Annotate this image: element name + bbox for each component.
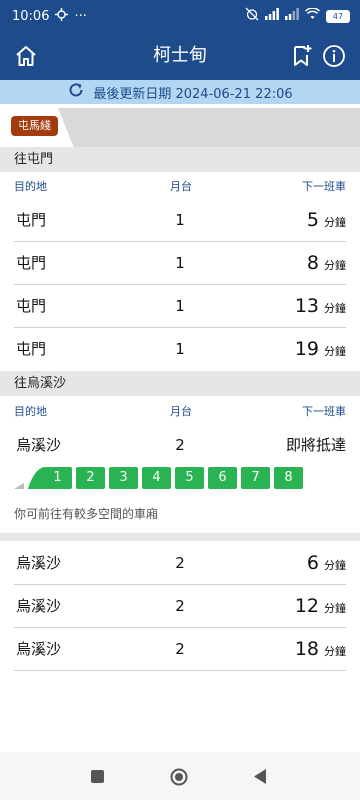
car-5: 5 (175, 467, 204, 489)
column-destination: 目的地 (14, 405, 47, 418)
train-destination: 烏溪沙 (16, 597, 62, 615)
train-destination: 屯門 (16, 297, 47, 315)
section-divider (0, 533, 360, 541)
eta-minutes: 13 (294, 295, 319, 317)
train-platform: 1 (175, 340, 185, 358)
home-nav-icon[interactable] (170, 768, 188, 786)
system-nav-bar (0, 752, 360, 800)
train-row: 屯門 1 19 分鐘 (14, 327, 346, 371)
eta-unit: 分鐘 (324, 645, 346, 658)
signal-icon (265, 8, 279, 24)
train-destination: 烏溪沙 (16, 436, 62, 454)
train-eta: 18 分鐘 (295, 627, 346, 674)
car-2: 2 (76, 467, 105, 489)
column-platform: 月台 (170, 405, 192, 418)
refresh-icon[interactable] (67, 81, 85, 103)
train-nose-icon (28, 467, 44, 489)
eta-minutes: 12 (294, 595, 319, 617)
train-destination: 烏溪沙 (16, 640, 62, 658)
section-header: 往烏溪沙 (0, 371, 360, 396)
crowding-hint: 你可前往有較多空間的車廂 (14, 507, 159, 521)
line-tab-strip: 屯馬綫 (0, 108, 360, 148)
refresh-bar[interactable]: 最後更新日期 2024-06-21 22:06 (0, 80, 360, 104)
car-1: 1 (43, 467, 72, 489)
train-eta: 12 分鐘 (295, 584, 346, 631)
train-destination: 屯門 (16, 211, 47, 229)
eta-unit: 分鐘 (324, 345, 346, 358)
train-row: 烏溪沙 2 6 分鐘 (14, 541, 346, 585)
back-icon[interactable] (254, 769, 266, 784)
train-platform: 1 (175, 211, 185, 229)
direction-marker-icon (14, 483, 24, 489)
column-platform: 月台 (170, 180, 192, 193)
alarm-off-icon (245, 7, 259, 25)
info-icon[interactable] (318, 40, 350, 72)
app-bar: 柯士甸 (0, 32, 360, 80)
train-eta-arriving: 即將抵達 (285, 436, 346, 454)
train-platform: 1 (175, 297, 185, 315)
bookmark-add-icon[interactable] (286, 40, 318, 72)
last-updated-text: 最後更新日期 2024-06-21 22:06 (93, 86, 293, 102)
line-badge[interactable]: 屯馬綫 (11, 116, 58, 136)
train-platform: 2 (175, 436, 185, 454)
train-platform: 2 (175, 554, 185, 572)
train-eta: 5 分鐘 (307, 198, 346, 245)
recents-icon[interactable] (91, 770, 104, 783)
eta-minutes: 5 (306, 209, 319, 231)
eta-minutes: 8 (306, 252, 319, 274)
eta-unit: 分鐘 (324, 216, 346, 229)
car-4: 4 (142, 467, 171, 489)
eta-unit: 分鐘 (324, 259, 346, 272)
eta-unit: 分鐘 (324, 559, 346, 572)
column-destination: 目的地 (14, 180, 47, 193)
column-next-train: 下一班車 (302, 180, 346, 193)
column-headers: 目的地 月台 下一班車 (0, 172, 360, 198)
train-car-occupancy: 1 2 3 4 5 6 7 8 (14, 467, 314, 489)
train-eta: 19 分鐘 (295, 327, 346, 374)
train-row: 烏溪沙 2 18 分鐘 (14, 627, 346, 671)
train-destination: 烏溪沙 (16, 554, 62, 572)
eta-minutes: 18 (294, 638, 319, 660)
column-next-train: 下一班車 (302, 405, 346, 418)
train-platform: 1 (175, 254, 185, 272)
signal-2-icon (285, 8, 299, 24)
column-headers: 目的地 月台 下一班車 (0, 397, 360, 423)
train-row: 屯門 1 13 分鐘 (14, 284, 346, 328)
eta-unit: 分鐘 (324, 302, 346, 315)
eta-unit: 分鐘 (324, 602, 346, 615)
car-7: 7 (241, 467, 270, 489)
battery-icon: 47 (326, 9, 350, 23)
train-eta: 8 分鐘 (307, 241, 346, 288)
wifi-icon (304, 7, 321, 24)
train-destination: 屯門 (16, 254, 47, 272)
train-platform: 2 (175, 597, 185, 615)
eta-minutes: 6 (306, 552, 319, 574)
eta-minutes: 19 (294, 338, 319, 360)
train-row: 屯門 1 8 分鐘 (14, 241, 346, 285)
car-3: 3 (109, 467, 138, 489)
train-eta: 13 分鐘 (295, 284, 346, 331)
status-time: 10:06 (12, 8, 50, 24)
train-row: 烏溪沙 2 12 分鐘 (14, 584, 346, 628)
train-row: 屯門 1 5 分鐘 (14, 198, 346, 242)
section-header: 往屯門 (0, 147, 360, 172)
train-platform: 2 (175, 640, 185, 658)
train-row: 烏溪沙 2 即將抵達 (14, 423, 346, 467)
car-8: 8 (274, 467, 303, 489)
car-6: 6 (208, 467, 237, 489)
crosshair-icon (55, 7, 69, 25)
train-eta: 6 分鐘 (307, 541, 346, 588)
status-bar: 10:06 ··· 47 (0, 0, 360, 32)
train-destination: 屯門 (16, 340, 47, 358)
status-more: ··· (74, 8, 87, 24)
